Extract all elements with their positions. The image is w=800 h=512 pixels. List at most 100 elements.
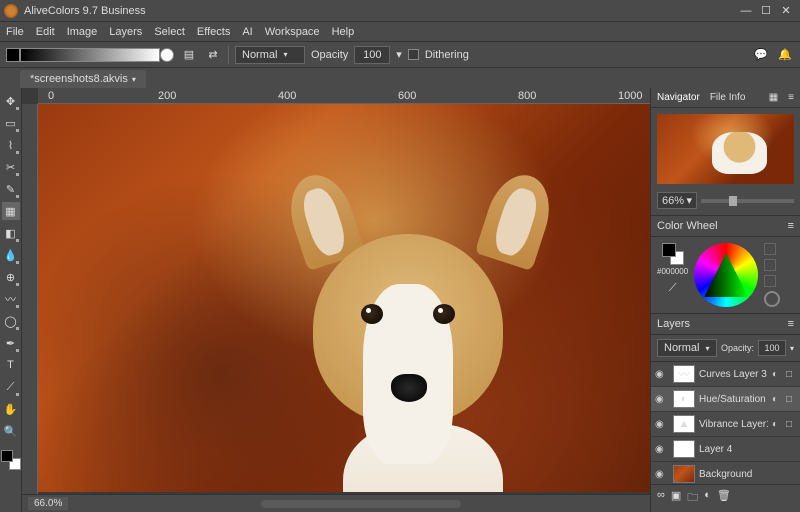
layer-visibility-icon[interactable] — [655, 368, 669, 380]
opacity-input[interactable]: 100 — [354, 46, 390, 64]
layer-visibility-icon[interactable] — [655, 418, 669, 430]
swatch-white[interactable] — [160, 48, 174, 62]
toolbox: ✥ ▭ ⌇ ✂ ✎ ▦ ◧ 💧 ⊕ 〰 ◯ ✒ T ⟋ ✋ 🔍 — [0, 88, 22, 512]
move-tool[interactable]: ✥ — [2, 92, 20, 110]
layer-row[interactable]: ▲Vibrance Layer1◐□ — [651, 412, 800, 437]
adjustment-icon[interactable]: ◐ — [772, 369, 782, 380]
add-mask-icon[interactable]: ◐ — [704, 489, 711, 508]
text-tool[interactable]: T — [2, 356, 20, 374]
mask-icon[interactable]: □ — [786, 394, 796, 405]
layer-opacity-label: Opacity: — [721, 343, 754, 353]
opacity-arrow-icon[interactable]: ▾ — [396, 48, 402, 61]
layer-thumbnail[interactable] — [673, 440, 695, 458]
hand-tool[interactable]: ✋ — [2, 400, 20, 418]
mask-icon[interactable]: □ — [786, 419, 796, 430]
harmony-ring-icon[interactable] — [764, 291, 780, 307]
horizontal-scrollbar[interactable] — [261, 500, 461, 508]
colorwheel-swatches[interactable] — [662, 243, 684, 265]
layer-visibility-icon[interactable] — [655, 443, 669, 455]
gradient-linear-icon[interactable]: ▤ — [180, 46, 198, 64]
ruler-mark: 200 — [158, 90, 176, 102]
notifications-icon[interactable]: 🔔 — [776, 46, 794, 64]
layer-thumbnail[interactable]: ▲ — [673, 415, 695, 433]
panel-menu-icon[interactable]: ≡ — [788, 220, 794, 232]
minimize-button[interactable]: — — [736, 5, 756, 17]
menu-help[interactable]: Help — [332, 26, 355, 38]
menu-ai[interactable]: AI — [242, 26, 252, 38]
menu-edit[interactable]: Edit — [36, 26, 55, 38]
layer-row[interactable]: Background — [651, 462, 800, 484]
layer-thumbnail[interactable] — [673, 465, 695, 483]
tab-file-info[interactable]: File Info — [710, 92, 746, 103]
color-wheel[interactable] — [694, 243, 758, 307]
layer-visibility-icon[interactable] — [655, 393, 669, 405]
layer-name: Background — [699, 469, 796, 480]
adjustment-icon[interactable]: ◐ — [772, 394, 782, 405]
navigator-zoom-value[interactable]: 66% ▾ — [657, 192, 697, 209]
eyedropper-tool[interactable]: ⟋ — [2, 378, 20, 396]
canvas[interactable] — [38, 104, 650, 492]
ruler-horizontal: 0 200 400 600 800 1000 — [38, 88, 650, 104]
menu-layers[interactable]: Layers — [109, 26, 142, 38]
color-picker-swatches[interactable] — [1, 450, 21, 470]
gradient-reverse-icon[interactable]: ⇄ — [204, 46, 222, 64]
chevron-down-icon[interactable]: ▾ — [790, 344, 794, 353]
tab-navigator[interactable]: Navigator — [657, 92, 700, 103]
menu-effects[interactable]: Effects — [197, 26, 230, 38]
blur-tool[interactable]: 💧 — [2, 246, 20, 264]
layer-row[interactable]: ◐Hue/Saturation Layer2◐□ — [651, 387, 800, 412]
document-tab[interactable]: *screenshots8.akvis ▾ — [20, 70, 146, 88]
layers-footer: ∞ ▣ 🗀 ◐ 🗑 — [651, 484, 800, 512]
crop-tool[interactable]: ✂ — [2, 158, 20, 176]
navigator-thumbnail[interactable] — [657, 114, 794, 184]
layer-blend-dropdown[interactable]: Normal ▾ — [657, 339, 717, 357]
panel-menu-icon[interactable]: ≡ — [788, 92, 794, 103]
new-layer-icon[interactable]: ▣ — [671, 489, 681, 508]
gradient-tool[interactable]: ▦ — [2, 202, 20, 220]
menu-workspace[interactable]: Workspace — [265, 26, 320, 38]
link-layers-icon[interactable]: ∞ — [657, 489, 665, 508]
adjustment-icon[interactable]: ◐ — [772, 419, 782, 430]
shape-tool[interactable]: ◯ — [2, 312, 20, 330]
delete-layer-icon[interactable]: 🗑 — [717, 489, 731, 508]
dithering-checkbox[interactable] — [408, 49, 419, 60]
blend-mode-dropdown[interactable]: Normal ▾ — [235, 46, 305, 64]
pen-tool[interactable]: ✒ — [2, 334, 20, 352]
menu-select[interactable]: Select — [154, 26, 185, 38]
harmony-option-icon[interactable] — [764, 275, 776, 287]
mask-icon[interactable]: □ — [786, 369, 796, 380]
swatch-black[interactable] — [6, 48, 20, 62]
new-folder-icon[interactable]: 🗀 — [687, 489, 698, 508]
panel-view-icon[interactable]: ▦ — [769, 92, 778, 103]
layer-row[interactable]: 〰Curves Layer 3◐□ — [651, 362, 800, 387]
smudge-tool[interactable]: 〰 — [2, 290, 20, 308]
layer-opacity-input[interactable]: 100 — [758, 340, 786, 356]
ruler-mark: 600 — [398, 90, 416, 102]
foreground-color-swatch[interactable] — [1, 450, 13, 462]
layer-thumbnail[interactable]: 〰 — [673, 365, 695, 383]
layer-thumbnail[interactable]: ◐ — [673, 390, 695, 408]
clone-tool[interactable]: ⊕ — [2, 268, 20, 286]
layer-row[interactable]: Layer 4 — [651, 437, 800, 462]
selection-tool[interactable]: ▭ — [2, 114, 20, 132]
menu-file[interactable]: File — [6, 26, 24, 38]
maximize-button[interactable]: ☐ — [756, 4, 776, 17]
navigator-zoom-slider[interactable] — [701, 199, 794, 203]
colorwheel-panel-header: Color Wheel ≡ — [651, 216, 800, 237]
harmony-option-icon[interactable] — [764, 259, 776, 271]
zoom-status[interactable]: 66.0% — [28, 497, 68, 510]
panel-menu-icon[interactable]: ≡ — [788, 318, 794, 330]
harmony-option-icon[interactable] — [764, 243, 776, 255]
eyedropper-icon[interactable]: ⟋ — [669, 282, 677, 295]
layer-visibility-icon[interactable] — [655, 468, 669, 480]
menu-image[interactable]: Image — [67, 26, 98, 38]
zoom-tool[interactable]: 🔍 — [2, 422, 20, 440]
eraser-tool[interactable]: ◧ — [2, 224, 20, 242]
gradient-preview[interactable] — [20, 48, 160, 62]
layers-panel-header: Layers ≡ — [651, 314, 800, 335]
close-button[interactable]: ✕ — [776, 4, 796, 17]
feedback-icon[interactable]: 💬 — [752, 46, 770, 64]
lasso-tool[interactable]: ⌇ — [2, 136, 20, 154]
colorwheel-hex[interactable]: #000000 — [657, 267, 688, 276]
brush-tool[interactable]: ✎ — [2, 180, 20, 198]
